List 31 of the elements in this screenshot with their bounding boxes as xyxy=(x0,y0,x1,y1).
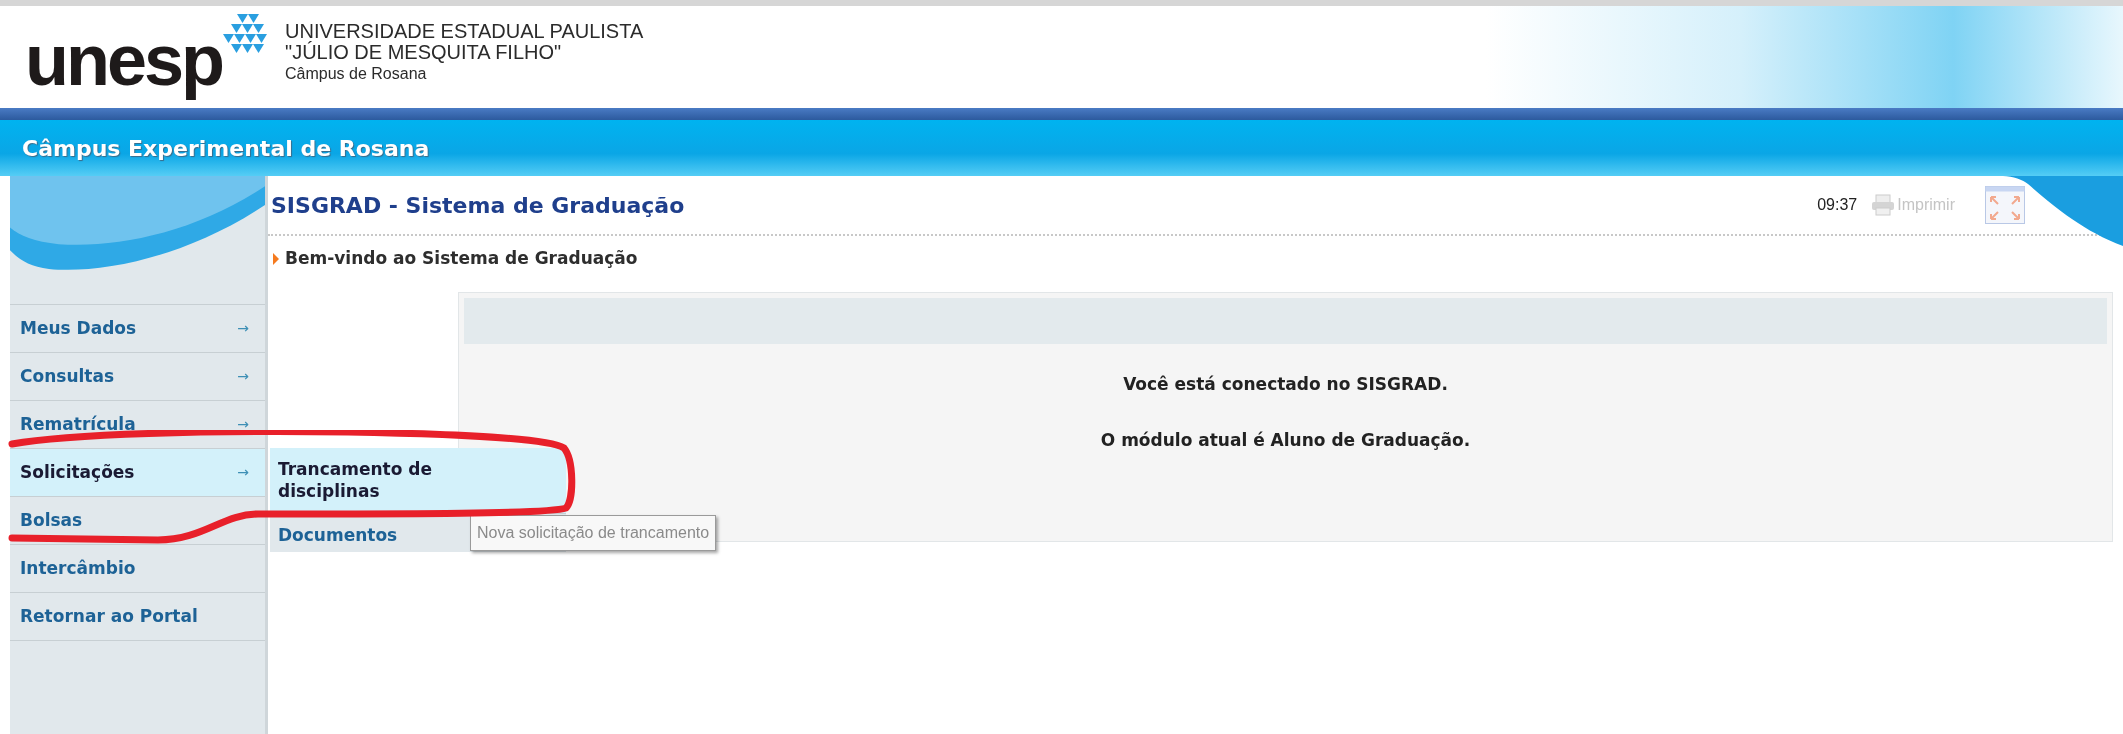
arrow-icon: → xyxy=(237,462,249,483)
menu-label: Solicitações xyxy=(20,460,135,484)
arrow-icon: → xyxy=(237,318,249,339)
menu-label: Consultas xyxy=(20,364,115,388)
sidebar-item[interactable]: Intercâmbio xyxy=(10,544,265,592)
university-name: "JÚLIO DE MESQUITA FILHO" xyxy=(285,41,563,63)
campus-name: Câmpus de Rosana xyxy=(285,63,428,84)
menu-label: Meus Dados xyxy=(20,316,137,340)
submenu-item[interactable]: Trancamento de disciplinas xyxy=(270,448,566,514)
caret-icon xyxy=(273,253,279,265)
menu-label: Retornar ao Portal xyxy=(20,604,198,628)
status-message: O módulo atual é Aluno de Graduação. xyxy=(1100,428,1471,452)
page-title: SISGRAD - Sistema de Graduação xyxy=(271,191,686,220)
sidebar-item[interactable]: Meus Dados → xyxy=(10,304,265,352)
printer-icon xyxy=(1871,194,1896,216)
menu-label: Bolsas xyxy=(20,508,83,532)
arrow-icon: → xyxy=(237,366,249,387)
menu-label: Rematrícula xyxy=(20,412,136,436)
fullscreen-icon[interactable] xyxy=(1985,186,2025,224)
sidebar-item[interactable]: Bolsas xyxy=(10,496,265,544)
menu-label: Intercâmbio xyxy=(20,556,136,580)
sidebar-item[interactable]: Consultas → xyxy=(10,352,265,400)
banner-title: Câmpus Experimental de Rosana xyxy=(22,134,430,163)
sidebar-item[interactable]: Solicitações → xyxy=(10,448,265,496)
sidebar-item[interactable]: Retornar ao Portal xyxy=(10,592,265,640)
university-name: UNIVERSIDADE ESTADUAL PAULISTA xyxy=(285,20,644,42)
status-message: Você está conectado no SISGRAD. xyxy=(1123,373,1448,396)
tooltip: Nova solicitação de trancamento xyxy=(470,515,717,551)
arrow-icon: → xyxy=(237,414,249,435)
breadcrumb-text: Bem-vindo ao Sistema de Graduação xyxy=(285,247,638,271)
time-text: 09:37 xyxy=(1817,195,1858,215)
